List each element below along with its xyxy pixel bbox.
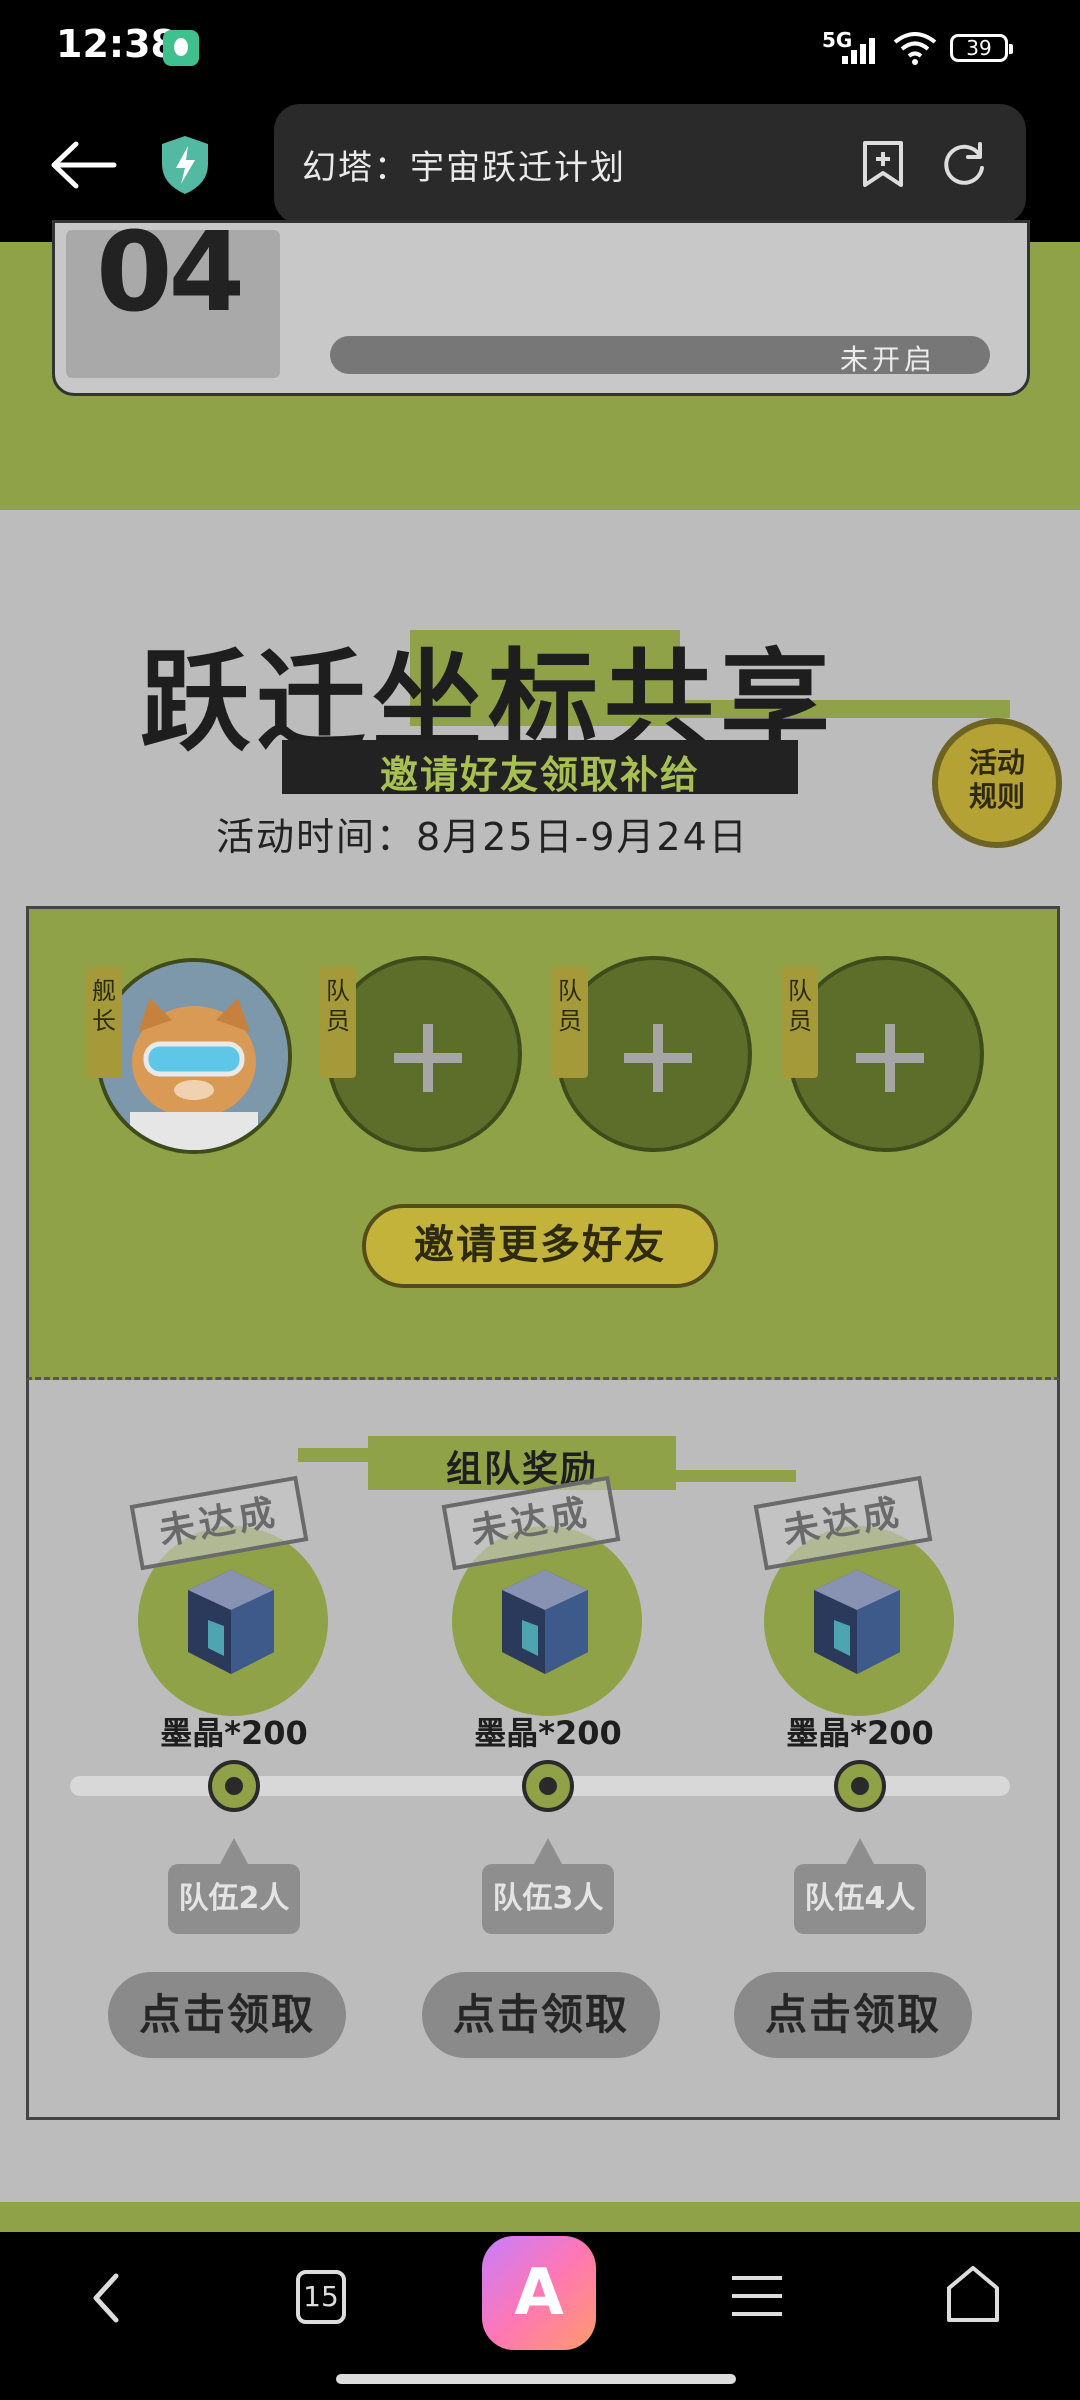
member-tag-1: 队员 [320,966,356,1078]
avatar-image [100,962,288,1150]
app-notification-icon [163,30,199,66]
plus-icon [624,1024,692,1092]
rules-button[interactable]: 活动 规则 [932,718,1062,848]
plus-icon [394,1024,462,1092]
stage-status: 未开启 [840,343,937,376]
nav-back-icon[interactable] [86,2268,126,2328]
signal-icon [842,36,882,64]
claim-button-3[interactable]: 点击领取 [734,1972,972,2058]
claim-button-2[interactable]: 点击领取 [422,1972,660,2058]
crystal-cube-icon [814,1570,900,1674]
crystal-cube-icon [188,1570,274,1674]
ai-logo-icon: A [514,2256,564,2330]
rules-label-line2: 规则 [968,780,1025,813]
claim-button-1[interactable]: 点击领取 [108,1972,346,2058]
reward-label-3: 墨晶*200 [786,1714,934,1752]
progress-node-2 [522,1760,574,1812]
rules-label-line1: 活动 [968,746,1025,779]
title-deco [298,1448,368,1462]
member-tag-2: 队员 [552,966,588,1078]
add-bookmark-icon[interactable] [860,140,906,188]
reward-label-1: 墨晶*200 [160,1714,308,1752]
event-date: 活动时间：8月25日-9月24日 [216,815,749,859]
progress-node-1 [208,1760,260,1812]
home-icon[interactable] [944,2264,1002,2324]
reward-label-2: 墨晶*200 [474,1714,622,1752]
section-footer-band [0,2202,1080,2232]
stage-number: 04 [96,208,245,336]
status-time: 12:38 [56,22,177,66]
shield-icon[interactable] [158,134,212,196]
pointer-arrow [220,1838,248,1864]
ai-assistant-button[interactable]: A [482,2236,596,2350]
invite-friends-button[interactable]: 邀请更多好友 [362,1204,718,1288]
rewards-title: 组队奖励 [445,1449,598,1490]
captain-avatar[interactable] [96,958,292,1154]
battery-indicator: 39 [950,34,1013,62]
pointer-arrow [846,1838,874,1864]
member-tag-3: 队员 [782,966,818,1078]
title-deco [676,1470,796,1482]
tabs-button[interactable]: 15 [296,2270,346,2324]
crystal-cube-icon [502,1570,588,1674]
pointer-arrow [534,1838,562,1864]
team-size-label-3: 队伍4人 [794,1864,926,1934]
home-indicator[interactable] [336,2374,736,2384]
menu-icon[interactable] [732,2274,782,2318]
wifi-icon [893,32,937,65]
progress-node-3 [834,1760,886,1812]
event-subtitle: 邀请好友领取补给 [379,753,700,797]
team-size-label-1: 队伍2人 [168,1864,300,1934]
page-title[interactable]: 幻塔：宇宙跃迁计划 [302,140,626,189]
plus-icon [856,1024,924,1092]
refresh-icon[interactable] [940,140,988,188]
captain-tag: 舰长 [86,966,122,1078]
team-size-label-2: 队伍3人 [482,1864,614,1934]
back-arrow-icon[interactable] [48,140,118,190]
